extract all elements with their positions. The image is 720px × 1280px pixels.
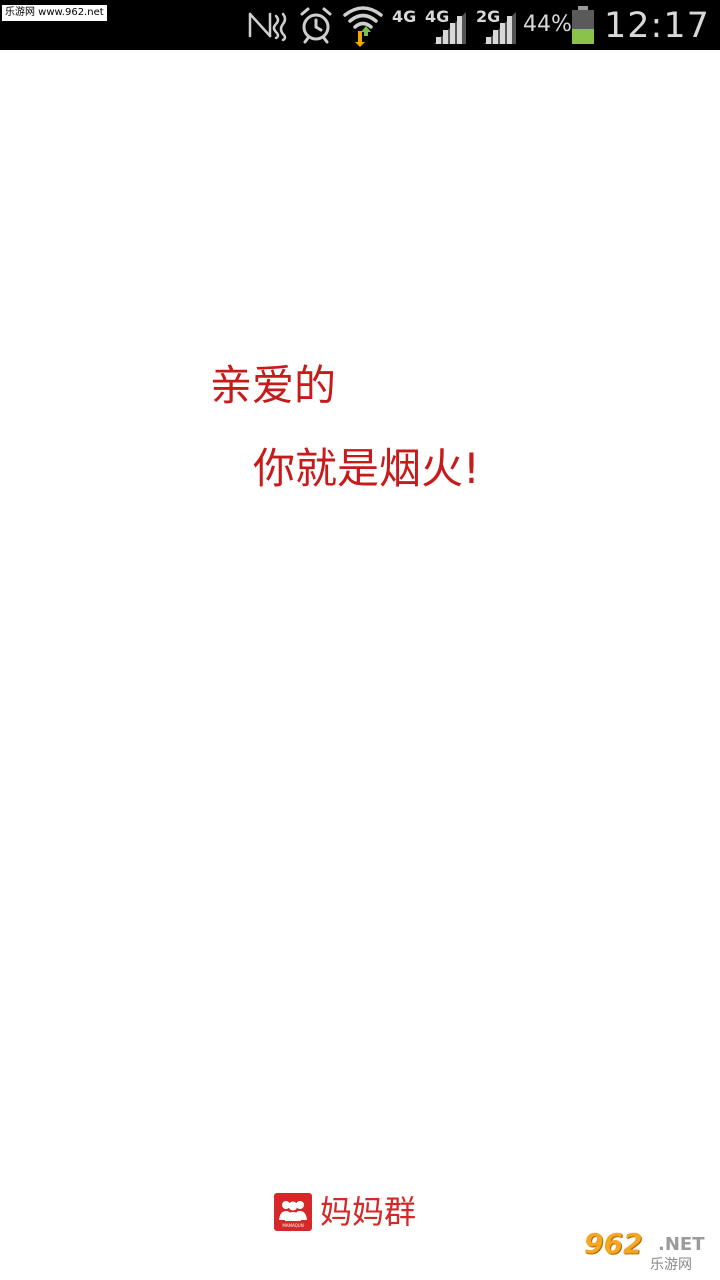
brand-name: 妈妈群	[320, 1193, 417, 1231]
watermark-suffix: .NET	[658, 1234, 705, 1255]
app-logo-text: MAMAQUN	[282, 1223, 303, 1228]
watermark-chinese: 乐游网	[650, 1257, 692, 1273]
status-clock: 12:17	[604, 6, 710, 46]
brand-footer: MAMAQUN 妈妈群	[274, 1191, 416, 1233]
status-bar: 乐游网 www.962.net 4G 4G 2G 44% 12:17	[0, 0, 720, 50]
nfc-icon	[246, 0, 290, 50]
network-type-label: 4G	[392, 7, 417, 26]
battery-percent: 44%	[523, 12, 572, 37]
site-watermark-logo: 962 .NET 乐游网	[580, 1228, 716, 1276]
signal-icon	[432, 0, 470, 50]
watermark-number: 962	[584, 1227, 643, 1260]
battery-icon	[570, 0, 596, 50]
splash-tagline: 你就是烟火!	[253, 444, 480, 493]
wifi-icon	[342, 0, 384, 50]
app-logo: MAMAQUN	[274, 1193, 312, 1231]
splash-greeting: 亲爱的	[210, 361, 337, 410]
site-watermark: 乐游网 www.962.net	[2, 5, 107, 21]
alarm-icon	[297, 0, 335, 50]
signal-icon	[482, 0, 520, 50]
splash-screen: 乐游网 www.962.net 4G 4G 2G 44% 12:17 亲爱的 你…	[0, 0, 720, 1280]
